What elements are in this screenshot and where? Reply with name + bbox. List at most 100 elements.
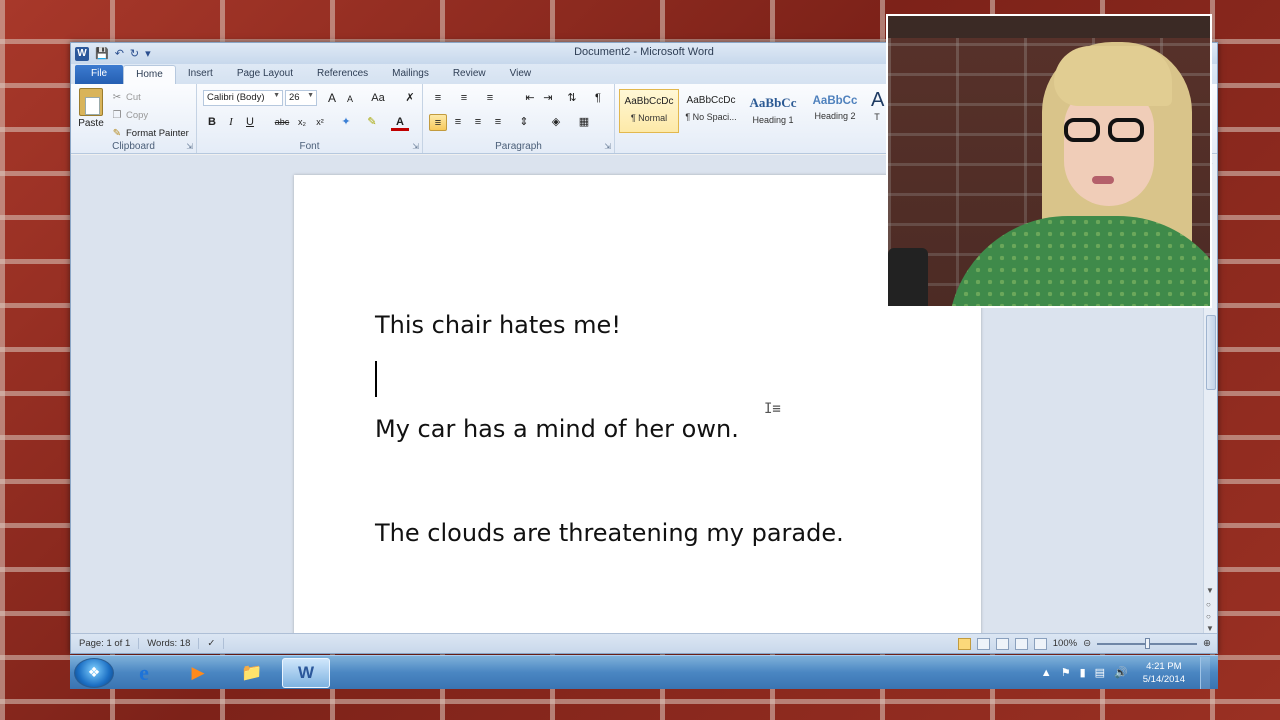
tab-file[interactable]: File	[75, 65, 124, 84]
full-screen-view-icon[interactable]	[976, 637, 990, 650]
volume-icon[interactable]: 🔊	[1114, 666, 1128, 679]
shrink-font-button[interactable]: A	[341, 91, 359, 108]
format-painter-button[interactable]: ✎ Format Painter	[111, 124, 189, 142]
tab-insert[interactable]: Insert	[176, 65, 225, 84]
internet-explorer-icon[interactable]: e	[120, 658, 168, 688]
style-preview: AaBbCc	[812, 95, 858, 107]
status-bar: Page: 1 of 1 Words: 18 ✓ 100% ⊝ ⊕	[71, 633, 1217, 653]
font-color-button[interactable]: A	[391, 114, 409, 131]
scroll-down-icon[interactable]: ▼	[1206, 586, 1214, 595]
tab-review[interactable]: Review	[441, 65, 498, 84]
show-hidden-icons-icon[interactable]: ▲	[1041, 667, 1052, 679]
highlight-icon[interactable]: ✎	[363, 114, 381, 131]
text-effects-icon[interactable]: ✦	[337, 114, 355, 131]
tab-home[interactable]: Home	[123, 65, 176, 84]
dialog-launcher-icon[interactable]: ⇲	[186, 142, 193, 151]
dialog-launcher-icon[interactable]: ⇲	[412, 142, 419, 151]
paste-button[interactable]: Paste	[77, 88, 105, 129]
tab-references[interactable]: References	[305, 65, 380, 84]
font-size-combo[interactable]: 26 ▼	[285, 90, 317, 106]
word-icon[interactable]: W	[282, 657, 330, 688]
superscript-button[interactable]: x²	[311, 114, 329, 131]
font-name-value: Calibri (Body)	[207, 92, 265, 103]
tab-view[interactable]: View	[498, 65, 544, 84]
next-page-icon[interactable]: ▼	[1206, 624, 1214, 633]
zoom-out-icon[interactable]: ⊝	[1083, 638, 1091, 649]
zoom-in-icon[interactable]: ⊕	[1203, 638, 1211, 649]
grow-font-button[interactable]: A	[323, 90, 341, 107]
copy-button[interactable]: ❐ Copy	[111, 106, 189, 124]
proofing-icon[interactable]: ✓	[199, 638, 225, 649]
font-name-combo[interactable]: Calibri (Body) ▼	[203, 90, 283, 106]
document-line[interactable]: This chair hates me!	[375, 311, 621, 339]
change-case-button[interactable]: Aa	[367, 90, 389, 107]
paragraph-group: ≡ ≡ ≡ ⇤ ⇥ ⇅ ¶ ≡ ≡ ≡ ≡ ⇕ ◈ ▦ Paragraph ⇲	[423, 84, 615, 153]
copy-label: Copy	[126, 109, 149, 121]
bullets-icon[interactable]: ≡	[429, 90, 447, 107]
zoom-slider-knob[interactable]	[1145, 637, 1151, 649]
scissors-icon: ✂	[112, 91, 122, 103]
action-center-flag-icon[interactable]: ⚑	[1061, 666, 1071, 679]
show-marks-button[interactable]: ¶	[589, 90, 607, 107]
justify-icon[interactable]: ≡	[489, 114, 507, 131]
power-icon[interactable]: ▮	[1080, 666, 1086, 679]
style-heading-1[interactable]: AaBbCc Heading 1	[743, 89, 803, 133]
web-layout-view-icon[interactable]	[995, 637, 1009, 650]
paragraph-group-label: Paragraph	[495, 141, 542, 152]
word-count[interactable]: Words: 18	[139, 638, 200, 649]
network-icon[interactable]: ▤	[1095, 666, 1105, 679]
paste-label: Paste	[78, 118, 104, 129]
page-count[interactable]: Page: 1 of 1	[71, 638, 140, 649]
underline-button[interactable]: U	[241, 114, 259, 131]
align-center-icon[interactable]: ≡	[449, 114, 467, 131]
file-explorer-icon[interactable]: 📁	[228, 658, 276, 688]
outline-view-icon[interactable]	[1014, 637, 1028, 650]
sort-icon[interactable]: ⇅	[563, 90, 581, 107]
show-desktop-button[interactable]	[1200, 656, 1210, 689]
style-heading-2[interactable]: AaBbCc Heading 2	[805, 89, 865, 133]
paste-icon	[79, 88, 103, 116]
style-preview: AaBbCcDc	[686, 95, 736, 106]
style-no-spacing[interactable]: AaBbCcDc ¶ No Spaci...	[681, 89, 741, 133]
italic-button[interactable]: I	[222, 114, 240, 131]
paintbrush-icon: ✎	[112, 127, 122, 139]
draft-view-icon[interactable]	[1033, 637, 1047, 650]
subscript-button[interactable]: x₂	[293, 114, 311, 131]
shading-icon[interactable]: ◈	[547, 114, 565, 131]
start-button[interactable]: ❖	[74, 657, 114, 688]
bold-button[interactable]: B	[203, 114, 221, 131]
presenter-hair-top	[1054, 46, 1172, 106]
line-spacing-icon[interactable]: ⇕	[515, 114, 533, 131]
clear-formatting-icon[interactable]: ✗	[401, 90, 419, 107]
numbering-icon[interactable]: ≡	[455, 90, 473, 107]
align-right-icon[interactable]: ≡	[469, 114, 487, 131]
zoom-level[interactable]: 100%	[1053, 638, 1077, 649]
scroll-thumb[interactable]	[1206, 315, 1216, 390]
document-line[interactable]: The clouds are threatening my parade.	[375, 519, 844, 547]
font-group: Calibri (Body) ▼ 26 ▼ A A Aa ✗ B I U abc…	[197, 84, 423, 153]
chevron-down-icon: ▼	[273, 92, 280, 99]
align-left-icon[interactable]: ≡	[429, 114, 447, 131]
clock[interactable]: 4:21 PM 5/14/2014	[1137, 660, 1191, 686]
browse-object-icon[interactable]: ○	[1206, 612, 1211, 621]
document-page[interactable]: This chair hates me! My car has a mind o…	[294, 175, 981, 645]
dialog-launcher-icon[interactable]: ⇲	[604, 142, 611, 151]
cut-button[interactable]: ✂ Cut	[111, 88, 189, 106]
tab-page-layout[interactable]: Page Layout	[225, 65, 305, 84]
style-title[interactable]: A T	[867, 89, 887, 133]
presenter-body	[948, 216, 1210, 306]
tab-mailings[interactable]: Mailings	[380, 65, 441, 84]
zoom-slider[interactable]	[1097, 637, 1198, 649]
previous-page-icon[interactable]: ○	[1206, 600, 1211, 609]
style-normal[interactable]: AaBbCcDc ¶ Normal	[619, 89, 679, 133]
media-player-icon[interactable]: ▶	[174, 658, 222, 688]
print-layout-view-icon[interactable]	[957, 637, 971, 650]
system-tray: ▲ ⚑ ▮ ▤ 🔊 4:21 PM 5/14/2014	[1041, 656, 1218, 689]
presenter-glasses	[1108, 118, 1144, 142]
increase-indent-icon[interactable]: ⇥	[539, 90, 557, 107]
strikethrough-button[interactable]: abc	[271, 114, 293, 131]
decrease-indent-icon[interactable]: ⇤	[521, 90, 539, 107]
multilevel-list-icon[interactable]: ≡	[481, 90, 499, 107]
borders-icon[interactable]: ▦	[575, 114, 593, 131]
document-line[interactable]: My car has a mind of her own.	[375, 415, 739, 443]
